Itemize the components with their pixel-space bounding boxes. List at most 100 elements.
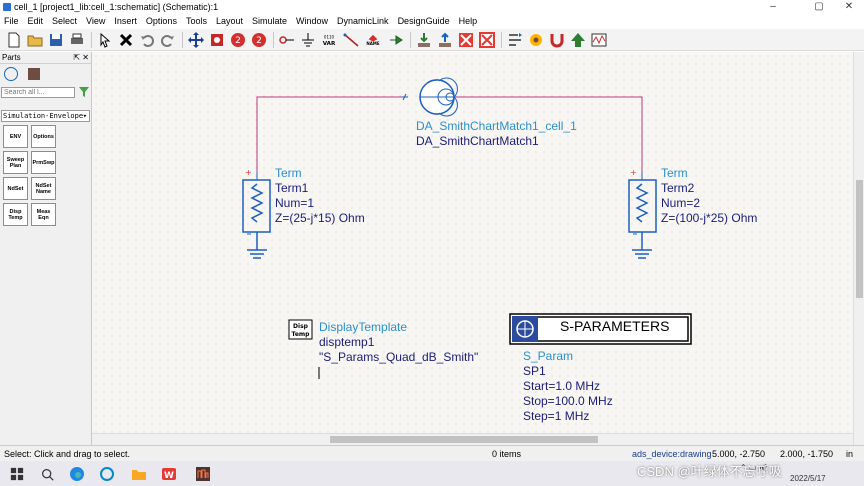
edge-icon[interactable] xyxy=(68,465,86,483)
simulate-icon[interactable] xyxy=(547,30,566,49)
schematic-drawing: + + Disp Temp xyxy=(242,77,692,379)
smith-chart-icon xyxy=(402,77,458,117)
sparam-name-label: SP1 xyxy=(523,364,546,378)
menu-window[interactable]: Window xyxy=(296,16,328,26)
term2-symbol: + xyxy=(628,168,657,259)
palette-select[interactable]: Simulation-Envelope ▾ xyxy=(1,110,90,122)
undo-icon[interactable] xyxy=(137,30,156,49)
menu-dynamiclink[interactable]: DynamicLink xyxy=(337,16,389,26)
menu-select[interactable]: Select xyxy=(52,16,77,26)
svg-text:2: 2 xyxy=(256,36,262,46)
data-display-icon[interactable] xyxy=(568,30,587,49)
explorer-icon[interactable] xyxy=(130,465,148,483)
vertical-scroll-thumb[interactable] xyxy=(856,180,863,298)
horizontal-scrollbar[interactable] xyxy=(92,433,853,445)
svg-text:+: + xyxy=(245,168,252,177)
menu-help[interactable]: Help xyxy=(459,16,478,26)
sparam-stop-label: Stop=100.0 MHz xyxy=(523,394,613,408)
palette-item-label: NdSet xyxy=(7,185,24,192)
maximize-button[interactable]: ▢ xyxy=(804,0,834,14)
menu-edit[interactable]: Edit xyxy=(28,16,44,26)
deactivate-icon[interactable] xyxy=(456,30,475,49)
save-icon[interactable] xyxy=(46,30,65,49)
palette-item-disp-temp[interactable]: Disp Temp xyxy=(3,203,28,226)
svg-text:VAR: VAR xyxy=(323,40,336,46)
port-icon[interactable] xyxy=(386,30,405,49)
tune-icon[interactable] xyxy=(505,30,524,49)
zoom-in-icon[interactable]: 2 xyxy=(228,30,247,49)
s-parameters-banner: S-PARAMETERS xyxy=(560,318,670,334)
wire-icon[interactable] xyxy=(277,30,296,49)
new-file-icon[interactable] xyxy=(4,30,23,49)
push-into-icon[interactable] xyxy=(414,30,433,49)
parts-header: Parts ⇱ ✕ xyxy=(0,52,91,64)
display-template-name-label: disptemp1 xyxy=(319,335,375,349)
term2-num-label: Num=2 xyxy=(661,196,701,210)
palette-item-label: Options xyxy=(33,133,54,140)
parts-search-input[interactable] xyxy=(1,87,75,98)
horizontal-scroll-thumb[interactable] xyxy=(330,436,598,443)
parts-panel-controls[interactable]: ⇱ ✕ xyxy=(73,52,89,64)
smith-instance-label: DA_SmithChartMatch1_cell_1 xyxy=(416,119,577,133)
redo-icon[interactable] xyxy=(158,30,177,49)
cortana-icon[interactable] xyxy=(98,465,116,483)
pop-out-icon[interactable] xyxy=(435,30,454,49)
schematic-canvas[interactable]: + + Disp Temp DA_SmithChartMatch1_cell_1… xyxy=(92,52,853,433)
filter-icon[interactable] xyxy=(79,87,89,97)
activate-icon[interactable] xyxy=(477,30,496,49)
toolbar-separator xyxy=(410,31,411,48)
minimize-button[interactable]: – xyxy=(758,0,788,14)
toolbar-separator xyxy=(182,31,183,48)
open-folder-icon[interactable] xyxy=(25,30,44,49)
term1-type-label: Term xyxy=(275,166,302,180)
optimize-icon[interactable] xyxy=(526,30,545,49)
wire-label-icon[interactable] xyxy=(341,30,360,49)
vertical-scrollbar[interactable] xyxy=(853,52,864,445)
palette-item-prmswp[interactable]: PrmSwp xyxy=(31,151,56,174)
palette-item-options[interactable]: Options xyxy=(31,125,56,148)
smith-name-label: DA_SmithChartMatch1 xyxy=(416,134,539,148)
svg-text:+: + xyxy=(630,168,637,177)
print-icon[interactable] xyxy=(67,30,86,49)
name-icon[interactable]: NAME xyxy=(362,30,384,49)
start-icon[interactable] xyxy=(8,465,26,483)
palette-item-ndset[interactable]: NdSet xyxy=(3,177,28,200)
delete-icon[interactable] xyxy=(116,30,135,49)
menu-view[interactable]: View xyxy=(86,16,105,26)
search-icon[interactable] xyxy=(38,465,56,483)
zoom-icon[interactable] xyxy=(207,30,226,49)
app-icon xyxy=(3,3,11,11)
window-title: cell_1 [project1_lib:cell_1:schematic] (… xyxy=(14,2,219,12)
select-arrow-icon[interactable] xyxy=(95,30,114,49)
menu-layout[interactable]: Layout xyxy=(216,16,243,26)
zoom-out-icon[interactable]: 2 xyxy=(249,30,268,49)
menu-file[interactable]: File xyxy=(4,16,19,26)
menu-tools[interactable]: Tools xyxy=(186,16,207,26)
var-icon[interactable]: 0110 VAR xyxy=(319,30,339,49)
waveform-icon[interactable] xyxy=(589,30,608,49)
palette-item-meas-eqn[interactable]: Meas Eqn xyxy=(31,203,56,226)
library-icon[interactable] xyxy=(28,68,40,80)
move-icon[interactable] xyxy=(186,30,205,49)
palette-item-label: ENV xyxy=(9,133,22,140)
menu-insert[interactable]: Insert xyxy=(114,16,137,26)
palette-item-ndset-name[interactable]: NdSet Name xyxy=(31,177,56,200)
menu-simulate[interactable]: Simulate xyxy=(252,16,287,26)
history-icon[interactable] xyxy=(4,67,18,81)
wps-icon[interactable]: W xyxy=(160,465,178,483)
ads-icon[interactable] xyxy=(194,465,212,483)
menu-designguide[interactable]: DesignGuide xyxy=(398,16,450,26)
close-button[interactable]: ✕ xyxy=(834,0,864,14)
ground-icon[interactable] xyxy=(298,30,317,49)
disp-temp-icon: Disp Temp xyxy=(288,319,313,340)
parts-panel: Parts ⇱ ✕ Simulation-Envelope ▾ ENV Optio… xyxy=(0,52,92,445)
status-message: Select: Click and drag to select. xyxy=(4,449,131,459)
palette-item-sweep-plan[interactable]: Sweep Plan xyxy=(3,151,28,174)
palette-item-env[interactable]: ENV xyxy=(3,125,28,148)
term2-name-label: Term2 xyxy=(661,181,695,195)
sparam-step-label: Step=1 MHz xyxy=(523,409,590,423)
title-bar: cell_1 [project1_lib:cell_1:schematic] (… xyxy=(0,0,864,14)
term1-num-label: Num=1 xyxy=(275,196,315,210)
status-item-count: 0 items xyxy=(492,449,522,459)
menu-options[interactable]: Options xyxy=(146,16,177,26)
